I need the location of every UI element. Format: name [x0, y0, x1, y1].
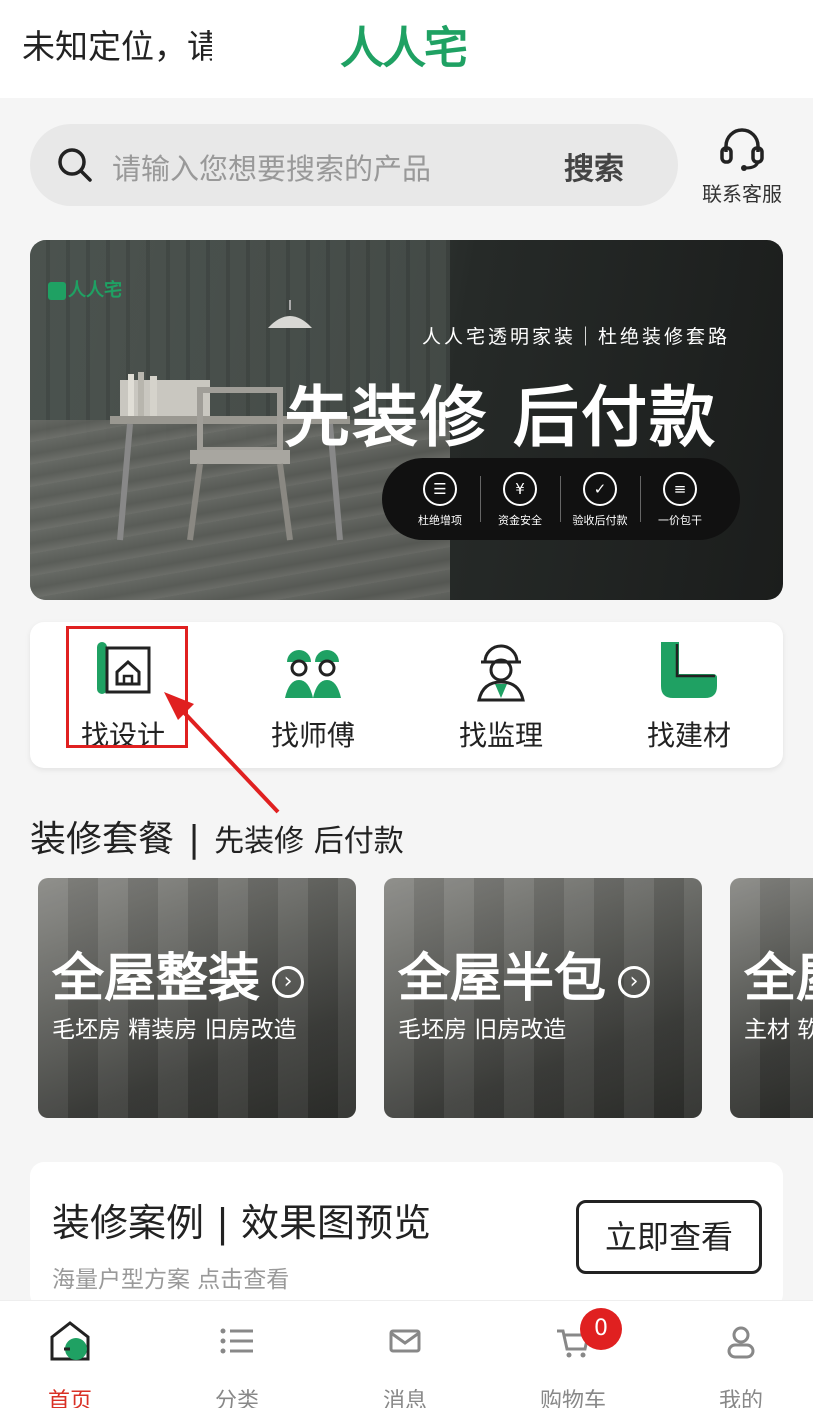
feature-item: ☰ 杜绝增项 — [400, 472, 480, 528]
yen-shield-icon: ¥ — [503, 472, 537, 506]
packages-section-title: 装修套餐 | 先装修 后付款 — [30, 819, 404, 860]
package-card-subtitle: 主材 软 — [744, 1017, 813, 1043]
tab-home[interactable]: 首页 — [20, 1321, 120, 1408]
user-icon — [727, 1326, 755, 1359]
price-tag-icon: ≡ — [663, 472, 697, 506]
package-card-half[interactable]: 全屋半包 › 毛坯房 旧房改造 — [384, 878, 702, 1118]
package-card-subtitle: 毛坯房 精装房 旧房改造 — [52, 1017, 297, 1043]
cases-title: 装修案例 | 效果图预览 — [52, 1201, 431, 1245]
tab-mine[interactable]: 我的 — [691, 1321, 791, 1408]
feature-item: ¥ 资金安全 — [480, 472, 560, 528]
search-input[interactable]: 请输入您想要搜索的产品 — [112, 146, 431, 188]
tab-category[interactable]: 分类 — [187, 1321, 287, 1408]
building-material-icon — [661, 642, 717, 698]
app-logo: 人人宅 — [340, 23, 468, 74]
clipboard-check-icon: ✓ — [583, 472, 617, 506]
location-text[interactable]: 未知定位，请 — [22, 20, 212, 68]
search-icon — [58, 148, 92, 182]
feature-item: ✓ 验收后付款 — [560, 472, 640, 528]
banner-brand: 人人宅 — [48, 276, 122, 302]
promo-banner[interactable]: 人人宅 人人宅透明家装｜杜绝装修套路 先装修 后付款 ☰ 杜绝增项 ¥ 资金安全… — [30, 240, 783, 600]
package-card-full[interactable]: 全屋整装 › 毛坯房 精装房 旧房改造 — [38, 878, 356, 1118]
bottom-tab-bar: 首页 分类 消息 购物车 我的 — [0, 1300, 813, 1408]
package-card-partial[interactable]: 全屋 主材 软 — [730, 878, 813, 1118]
chevron-right-icon: › — [618, 966, 651, 998]
headset-icon — [720, 128, 764, 171]
cases-panel: 装修案例 | 效果图预览 海量户型方案 点击查看 立即查看 — [30, 1162, 783, 1308]
banner-headline: 先装修 后付款 — [284, 379, 717, 456]
customer-service-label: 联系客服 — [702, 182, 782, 206]
banner-features: ☰ 杜绝增项 ¥ 资金安全 ✓ 验收后付款 ≡ 一价包干 — [382, 458, 740, 540]
tab-messages[interactable]: 消息 — [355, 1321, 455, 1408]
workers-icon — [285, 650, 341, 698]
cart-badge: 0 — [580, 1308, 622, 1350]
banner-subtitle: 人人宅透明家装｜杜绝装修套路 — [422, 326, 731, 348]
supervisor-icon — [477, 644, 525, 702]
envelope-icon — [389, 1329, 421, 1353]
search-bar[interactable]: 请输入您想要搜索的产品 搜索 — [30, 124, 678, 206]
annotation-arrow — [164, 692, 280, 814]
package-card-title: 全屋 — [744, 949, 813, 1009]
home-icon — [50, 1321, 90, 1361]
view-now-button[interactable]: 立即查看 — [576, 1200, 762, 1274]
chevron-right-icon: › — [272, 966, 305, 998]
feature-item: ≡ 一价包干 — [640, 472, 720, 528]
package-card-title: 全屋半包 › — [398, 936, 651, 1011]
quick-item-find-materials[interactable]: 找建材 — [624, 638, 754, 754]
package-card-title: 全屋整装 › — [52, 936, 305, 1011]
customer-service-button[interactable]: 联系客服 — [694, 126, 790, 206]
cases-subtitle: 海量户型方案 点击查看 — [52, 1267, 290, 1293]
search-button[interactable]: 搜索 — [564, 144, 624, 188]
quick-item-find-supervisor[interactable]: 找监理 — [436, 638, 566, 754]
top-bar: 未知定位，请 人人宅 — [0, 0, 813, 98]
list-icon — [220, 1328, 253, 1354]
document-icon: ☰ — [423, 472, 457, 506]
package-card-subtitle: 毛坯房 旧房改造 — [398, 1017, 567, 1043]
